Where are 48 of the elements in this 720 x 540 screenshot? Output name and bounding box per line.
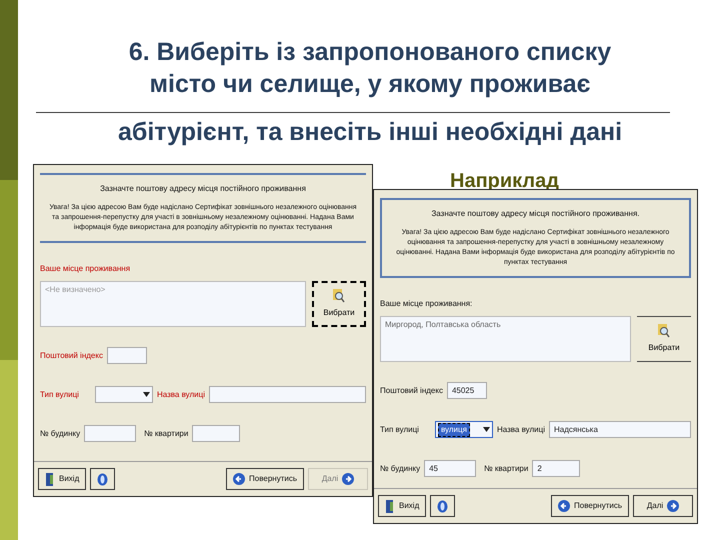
field-label: Поштовий індекс xyxy=(40,350,103,362)
input-field[interactable]: 2 xyxy=(532,460,580,477)
input-field[interactable] xyxy=(106,347,147,364)
address-field[interactable]: Миргород, Полтавська область xyxy=(380,316,631,362)
door-icon xyxy=(45,472,55,486)
input-field[interactable]: 45025 xyxy=(446,382,487,399)
door-icon xyxy=(385,500,395,512)
input-field[interactable]: Надсянська xyxy=(548,421,691,438)
field-label: № будинку xyxy=(40,428,80,440)
exit-button[interactable]: Вихід xyxy=(378,495,426,517)
help-button[interactable] xyxy=(430,495,456,517)
magnifier-icon xyxy=(658,324,670,338)
input-field[interactable] xyxy=(84,425,136,442)
example-label: Наприклад xyxy=(450,169,559,194)
next-button[interactable]: Далі xyxy=(633,495,693,517)
input-field[interactable] xyxy=(208,386,366,403)
field-label: Тип вулиці xyxy=(40,388,79,400)
help-icon xyxy=(97,472,108,486)
back-button[interactable]: Повернутись xyxy=(226,468,304,490)
field-label: Ваше місце проживання xyxy=(40,263,132,275)
choose-button[interactable]: Вибрати xyxy=(312,281,366,327)
field-label: № будинку xyxy=(380,462,420,474)
choose-button[interactable]: Вибрати xyxy=(637,316,691,362)
street-type-dropdown[interactable] xyxy=(94,386,153,403)
back-button[interactable]: Повернутись xyxy=(551,495,629,517)
exit-button[interactable]: Вихід xyxy=(38,468,86,490)
field-label: Тип вулиці xyxy=(380,424,419,436)
forward-arrow-icon xyxy=(342,473,354,485)
dropdown-arrow-icon xyxy=(142,392,150,397)
notice-heading: Зазначте поштову адресу місця постійного проживання xyxy=(100,183,306,195)
magnifier-icon xyxy=(333,289,345,303)
field-label: Назва вулиці xyxy=(496,424,545,436)
field-label: Поштовий індекс xyxy=(380,384,443,396)
field-label: № квартири xyxy=(484,462,528,474)
slide-title-line: абітурієнт, та внесіть інші необхідні дані xyxy=(118,117,622,148)
help-button[interactable] xyxy=(90,468,116,490)
input-field[interactable]: 45 xyxy=(424,460,476,477)
field-label: № квартири xyxy=(144,428,188,440)
slide-title-line: місто чи селище, у якому проживає xyxy=(150,69,590,100)
dropdown-arrow-icon xyxy=(482,427,490,432)
forward-arrow-icon xyxy=(667,500,680,512)
slide-title-line: 6. Виберіть із запропонованого списку xyxy=(128,37,612,68)
street-type-dropdown[interactable]: вулиця xyxy=(434,421,493,438)
field-label: Ваше місце проживання: xyxy=(380,298,474,310)
input-field[interactable] xyxy=(192,425,240,442)
help-icon xyxy=(437,500,448,512)
notice-heading: Зазначте поштову адресу місця постійного проживання. xyxy=(431,208,640,220)
field-label: Назва вулиці xyxy=(156,388,205,400)
